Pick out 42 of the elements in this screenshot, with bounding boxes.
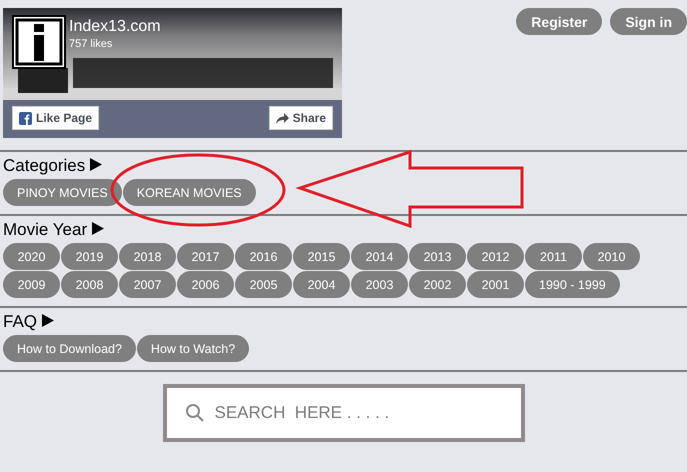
section-heading: Categories [3,156,86,176]
menu-pill[interactable]: How to Watch? [136,335,250,362]
section-heading: FAQ [3,312,38,332]
triangle-icon [41,314,54,327]
menu-pill[interactable]: 2009 [3,271,60,298]
facebook-icon [19,112,32,124]
menu-pill[interactable]: 2002 [409,271,466,298]
section-heading: Movie Year [3,220,88,240]
menu-pill[interactable]: 2016 [235,243,292,270]
menu-pill[interactable]: KOREAN MOVIES [122,179,256,206]
menu-pill[interactable]: 2001 [467,271,524,298]
triangle-icon [89,158,102,171]
search-icon [184,403,204,423]
menu-pill[interactable]: 2011 [525,243,582,270]
likes-count: 757 likes [69,38,112,50]
menu-pill[interactable]: 2010 [583,243,640,270]
menu-pill[interactable]: 2015 [293,243,350,270]
triangle-icon [91,222,104,235]
menu-pill[interactable]: 2019 [61,243,118,270]
menu-pill[interactable]: 1990 - 1999 [525,271,620,298]
header-button[interactable]: Register [516,8,602,35]
menu-pill[interactable]: 2020 [3,243,60,270]
menu-pill[interactable]: 2014 [351,243,408,270]
header-button[interactable]: Sign in [610,8,687,35]
share-arrow-icon [276,112,289,124]
menu-pill[interactable]: How to Download? [3,335,136,362]
search-field[interactable]: SEARCH HERE . . . . . [162,384,524,442]
menu-pill[interactable]: 2005 [235,271,292,298]
logo-icon [12,15,66,69]
menu-pill[interactable]: 2008 [61,271,118,298]
share-button[interactable]: Share [268,106,333,130]
page-name[interactable]: Index13.com [69,18,161,36]
menu-pill[interactable]: 2017 [177,243,234,270]
menu-pill[interactable]: 2013 [409,243,466,270]
menu-pill[interactable]: 2004 [293,271,350,298]
like-page-button[interactable]: Like Page [12,106,100,130]
menu-pill[interactable]: 2012 [467,243,524,270]
menu-pill[interactable]: 2007 [119,271,176,298]
menu-pill[interactable]: PINOY MOVIES [3,179,122,206]
menu-pill[interactable]: 2006 [177,271,234,298]
menu-pill[interactable]: 2003 [351,271,408,298]
menu-pill[interactable]: 2018 [119,243,176,270]
